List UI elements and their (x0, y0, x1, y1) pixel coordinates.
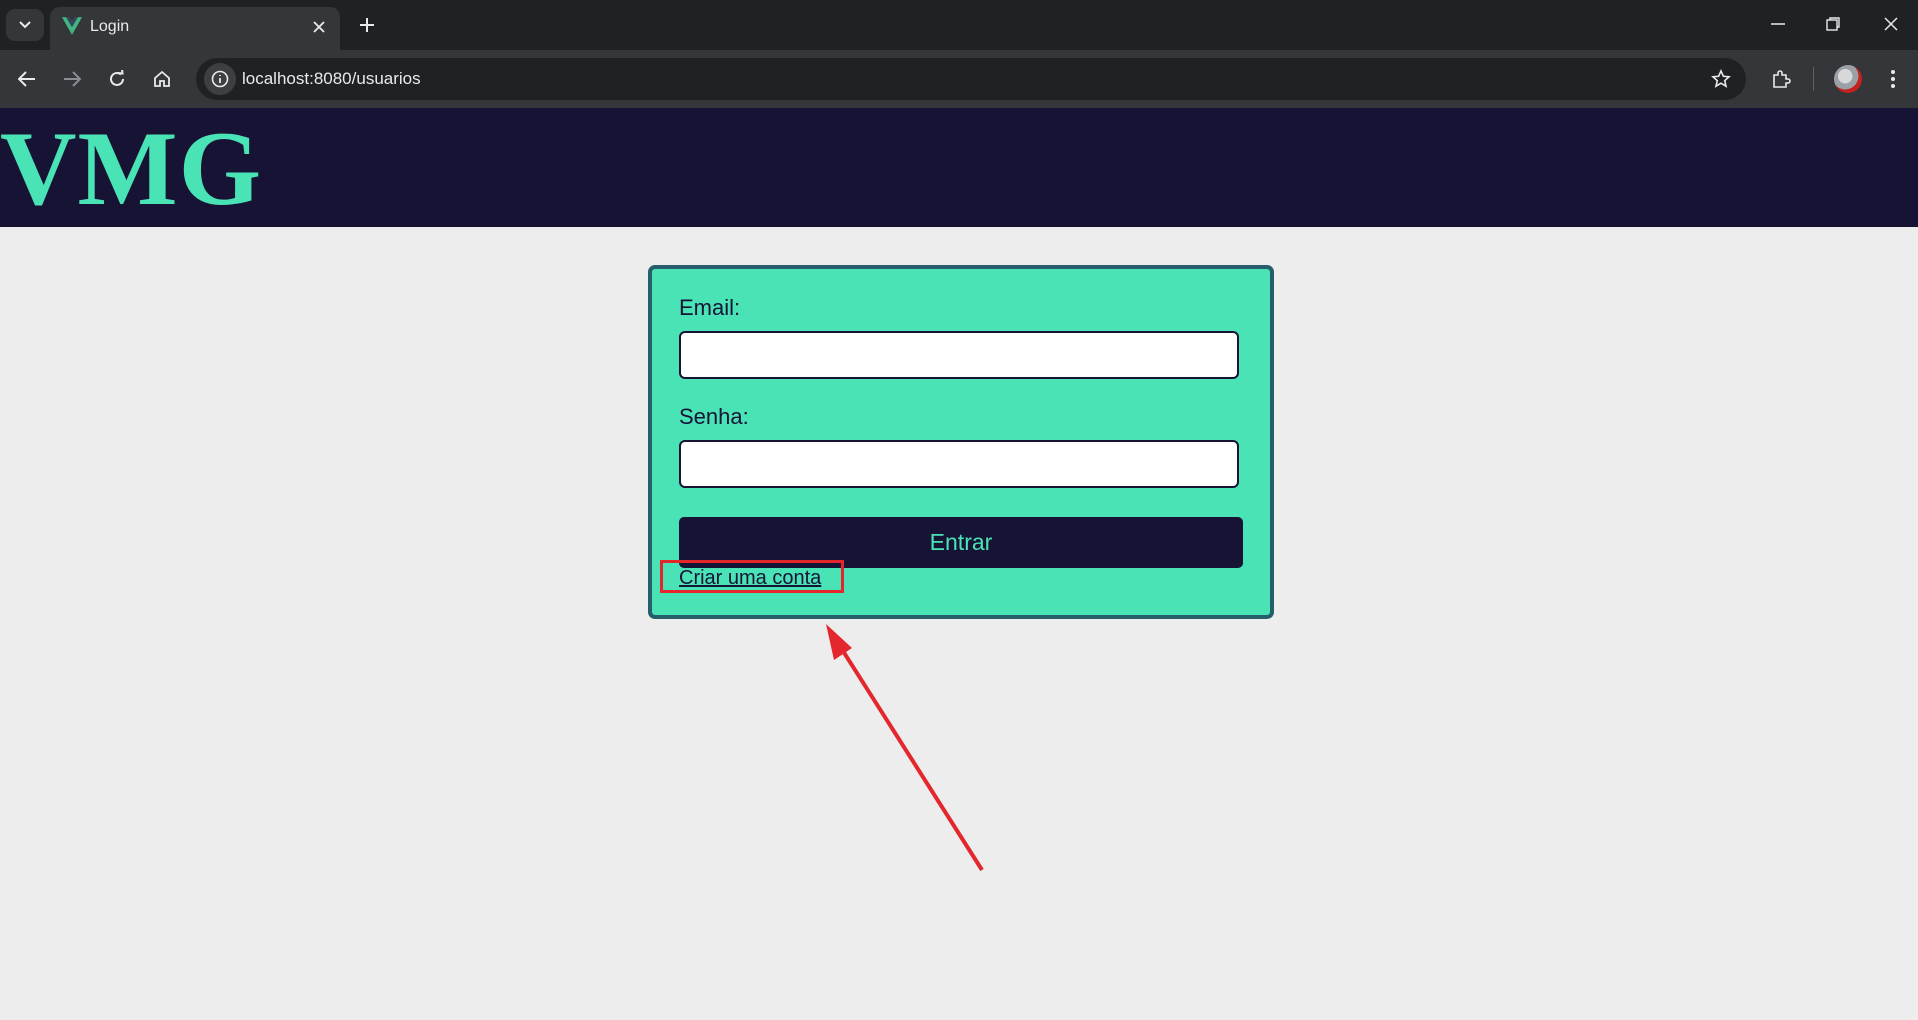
annotation-arrow-icon (826, 624, 984, 872)
